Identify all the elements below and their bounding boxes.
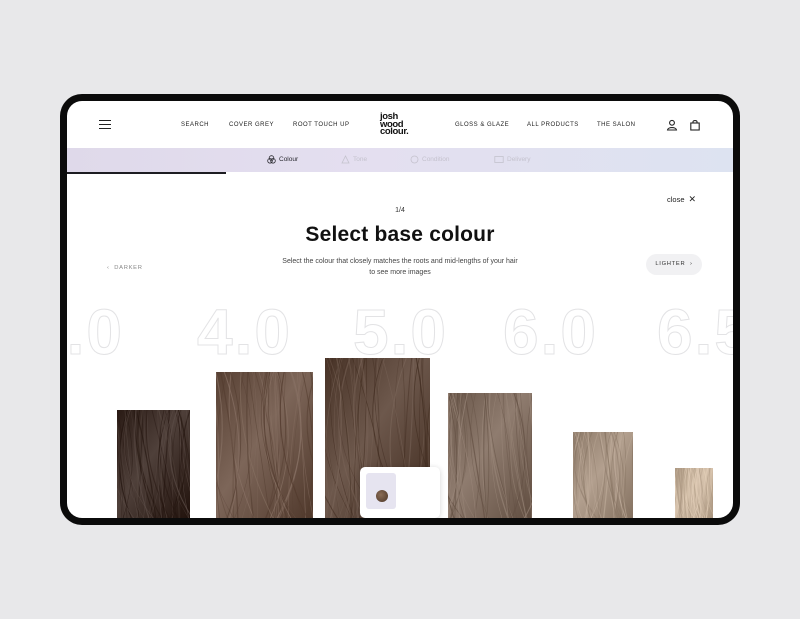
site-header: SEARCH COVER GREY ROOT TOUCH UP josh woo…	[67, 101, 733, 148]
darker-label: DARKER	[114, 265, 143, 271]
nav-gloss-glaze[interactable]: GLOSS & GLAZE	[455, 122, 509, 128]
colour-icon	[267, 155, 276, 164]
hair-swatch[interactable]	[675, 468, 713, 518]
close-label: close	[667, 195, 685, 204]
step-tone[interactable]: Tone	[341, 155, 367, 164]
shade-number: 4.0	[197, 296, 292, 368]
darker-button[interactable]: ‹ DARKER	[107, 265, 143, 271]
shade-number: 3.0	[67, 296, 124, 368]
step-counter: 1/4	[395, 207, 405, 214]
device-frame: SEARCH COVER GREY ROOT TOUCH UP josh woo…	[60, 94, 740, 525]
logo[interactable]: josh wood colour.	[380, 112, 420, 137]
step-colour[interactable]: Colour	[267, 155, 298, 164]
lighter-button[interactable]: LIGHTER ›	[646, 254, 702, 275]
hair-swatch[interactable]	[117, 410, 190, 518]
colour-sample-image	[376, 490, 388, 502]
page-title: Select base colour	[305, 223, 495, 246]
bag-icon[interactable]	[689, 118, 701, 131]
hair-swatch[interactable]	[573, 432, 633, 518]
nav-root-touch-up[interactable]: ROOT TOUCH UP	[293, 122, 350, 128]
delivery-icon	[494, 156, 504, 163]
lighter-label: LIGHTER	[655, 261, 686, 267]
step-label: Colour	[279, 156, 299, 164]
chevron-left-icon: ‹	[107, 265, 110, 271]
condition-icon	[410, 155, 419, 164]
shade-number: 6.0	[503, 296, 598, 368]
tone-icon	[341, 155, 350, 164]
nav-all-products[interactable]: ALL PRODUCTS	[527, 122, 579, 128]
progress-steps: Colour Tone Condition Delivery	[67, 148, 733, 172]
step-delivery[interactable]: Delivery	[494, 155, 530, 164]
logo-line: colour.	[380, 126, 409, 137]
close-icon: ✕	[688, 194, 697, 204]
close-button[interactable]: close ✕	[667, 194, 696, 205]
chevron-right-icon: ›	[690, 261, 693, 267]
screen: SEARCH COVER GREY ROOT TOUCH UP josh woo…	[67, 101, 733, 518]
step-label: Tone	[353, 156, 368, 164]
shade-number: 5.0	[353, 296, 448, 368]
nav-cover-grey[interactable]: COVER GREY	[229, 122, 274, 128]
step-condition[interactable]: Condition	[410, 155, 449, 164]
step-label: Condition	[422, 156, 450, 164]
nav-the-salon[interactable]: THE SALON	[597, 122, 636, 128]
product-thumbnail	[366, 473, 396, 509]
product-preview-card[interactable]	[360, 467, 440, 518]
shade-number: 6.5	[657, 296, 733, 368]
account-icon[interactable]	[666, 118, 678, 131]
product-box-image	[374, 483, 388, 487]
nav-search[interactable]: SEARCH	[181, 122, 209, 128]
menu-icon[interactable]	[99, 120, 111, 130]
hair-swatch[interactable]	[448, 393, 532, 518]
step-label: Delivery	[507, 156, 531, 164]
page-subtitle: Select the colour that closely matches t…	[282, 258, 518, 276]
step-progress-bar	[67, 172, 226, 174]
hair-swatch[interactable]	[216, 372, 313, 518]
